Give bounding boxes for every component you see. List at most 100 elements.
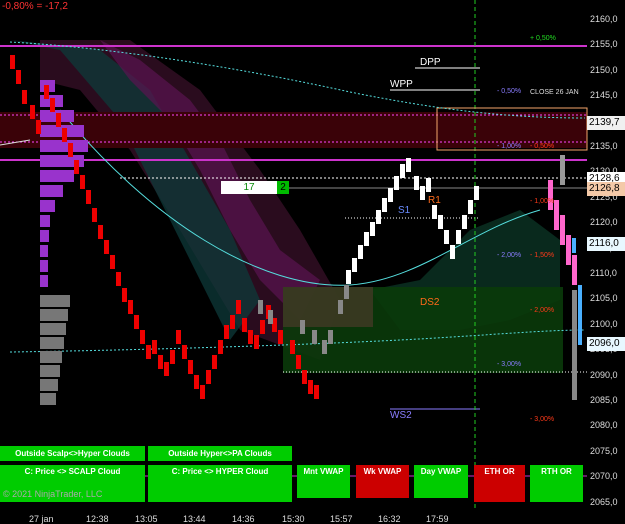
percent-label: - 3,00% (530, 416, 555, 423)
candle-down (302, 370, 307, 384)
candle-down (116, 272, 121, 286)
day-vwap-button[interactable]: Day VWAP (414, 465, 468, 498)
candle-down (10, 55, 15, 69)
close-label: CLOSE 26 JAN (530, 89, 579, 96)
time-label: 12:38 (86, 514, 109, 524)
price-hyper-cloud-button[interactable]: C: Price <> HYPER Cloud (148, 465, 292, 502)
volume-bar-low (40, 337, 64, 349)
overlap-zone (283, 287, 373, 327)
candle-blue (578, 285, 582, 345)
price-axis-label: 2070,0 (590, 471, 618, 482)
candle-down (128, 300, 133, 314)
time-label: 17:59 (426, 514, 449, 524)
price-marker-last: 2139,7 (587, 116, 625, 130)
s1-label: S1 (398, 205, 411, 216)
candle-down (44, 85, 49, 99)
time-label: 13:05 (135, 514, 158, 524)
candle-down (36, 120, 41, 134)
candle-down (158, 355, 163, 369)
candle-down (278, 330, 283, 344)
candle-down (68, 143, 73, 157)
candle-down (188, 360, 193, 374)
candle-down (134, 315, 139, 329)
volume-bar (40, 200, 55, 212)
candle-down (206, 370, 211, 384)
candle-down (80, 175, 85, 189)
price-axis-label: 2075,0 (590, 445, 618, 456)
mnt-vwap-button[interactable]: Mnt VWAP (297, 465, 350, 498)
candle-up (364, 232, 369, 246)
candle-gray (344, 285, 349, 299)
price-axis-label: 2110,0 (590, 268, 617, 278)
price-marker-level: 2116,0 (587, 237, 625, 251)
candle-up (400, 164, 405, 178)
candle-down (140, 330, 145, 344)
candle-gray (268, 310, 273, 324)
percent-label: - 2,00% (497, 252, 522, 259)
candle-down (30, 105, 35, 119)
candle-gray (258, 300, 263, 314)
candle-up (462, 215, 467, 229)
percent-label: - 1,00% (530, 198, 555, 205)
price-axis-label: 2160,0 (590, 14, 618, 24)
time-label: 14:36 (232, 514, 255, 524)
candle-down (170, 350, 175, 364)
price-axis-label: 2100,0 (590, 318, 618, 329)
candle-up (394, 176, 399, 190)
candle-down (152, 340, 157, 354)
candle-down (56, 113, 61, 127)
candle-up (388, 188, 393, 202)
candle-down (92, 208, 97, 222)
percent-label: - 0,50% (497, 88, 522, 95)
percent-label: - 1,00% (497, 143, 522, 150)
price-axis-label: 2145,0 (590, 90, 618, 101)
candle-up (468, 200, 473, 214)
candle-gray (328, 330, 333, 344)
price-axis-label: 2080,0 (590, 420, 618, 431)
wpp-label: WPP (390, 79, 413, 90)
percent-label: - 0,50% (530, 143, 555, 150)
candle-up (432, 205, 437, 219)
chart-area[interactable]: -0,80% = -17,2 17 2 DPP WPP S1 DS2 WS2 R… (0, 0, 625, 524)
rth-or-button[interactable]: RTH OR (530, 465, 583, 502)
outside-hyper-pa-button[interactable]: Outside Hyper<>PA Clouds (148, 446, 292, 461)
volume-bar (40, 275, 48, 287)
candle-down (218, 340, 223, 354)
candle-down (50, 98, 55, 112)
candle-pink (566, 235, 571, 265)
candle-down (236, 300, 241, 314)
percent-label: + 0,50% (530, 35, 556, 42)
candle-down (194, 375, 199, 389)
candle-down (22, 90, 27, 104)
volume-bar-low (40, 379, 58, 391)
candle-down (314, 385, 319, 399)
candle-gray (322, 340, 327, 354)
candle-down (242, 318, 247, 332)
candle-down (248, 330, 253, 344)
time-label: 16:32 (378, 514, 401, 524)
price-axis-label: 2155,0 (590, 39, 618, 50)
change-text: -0,80% = -17,2 (2, 1, 68, 12)
volume-bar-low (40, 393, 56, 405)
wk-vwap-button[interactable]: Wk VWAP (356, 465, 409, 498)
volume-bar (40, 185, 63, 197)
candle-blue (572, 238, 576, 253)
percent-label: - 1,50% (530, 252, 555, 259)
price-axis-label: 2085,0 (590, 395, 618, 405)
time-label: 15:30 (282, 514, 305, 524)
outside-scalp-hyper-button[interactable]: Outside Scalp<>Hyper Clouds (0, 446, 145, 461)
candle-down (122, 288, 127, 302)
candle-down (164, 362, 169, 376)
eth-or-button[interactable]: ETH OR (474, 465, 525, 502)
dpp-label: DPP (420, 57, 441, 68)
price-axis-label: 2065,0 (590, 496, 618, 507)
quantity-input[interactable]: 17 (221, 181, 277, 194)
candle-up (444, 230, 449, 244)
candle-down (230, 315, 235, 329)
time-label: 27 jan (29, 514, 54, 524)
candle-up (438, 215, 443, 229)
candle-up (450, 245, 455, 259)
candle-down (110, 255, 115, 269)
quantity-button[interactable]: 2 (277, 181, 289, 194)
candle-pink (560, 215, 565, 245)
